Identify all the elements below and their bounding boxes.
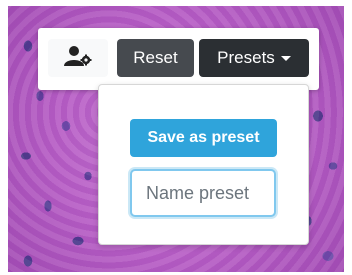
caret-down-icon bbox=[280, 55, 291, 61]
save-as-preset-label: Save as preset bbox=[147, 129, 260, 146]
user-settings-button[interactable] bbox=[48, 39, 108, 77]
toolbar: Reset Presets bbox=[38, 28, 319, 90]
presets-dropdown-menu: Save as preset bbox=[98, 84, 309, 245]
preset-name-input[interactable] bbox=[130, 169, 276, 217]
reset-label: Reset bbox=[133, 48, 178, 67]
save-as-preset-button[interactable]: Save as preset bbox=[130, 119, 277, 157]
presets-label: Presets bbox=[217, 48, 275, 67]
reset-button[interactable]: Reset bbox=[117, 39, 194, 77]
user-gear-icon bbox=[63, 45, 93, 72]
presets-dropdown-button[interactable]: Presets bbox=[199, 39, 309, 77]
